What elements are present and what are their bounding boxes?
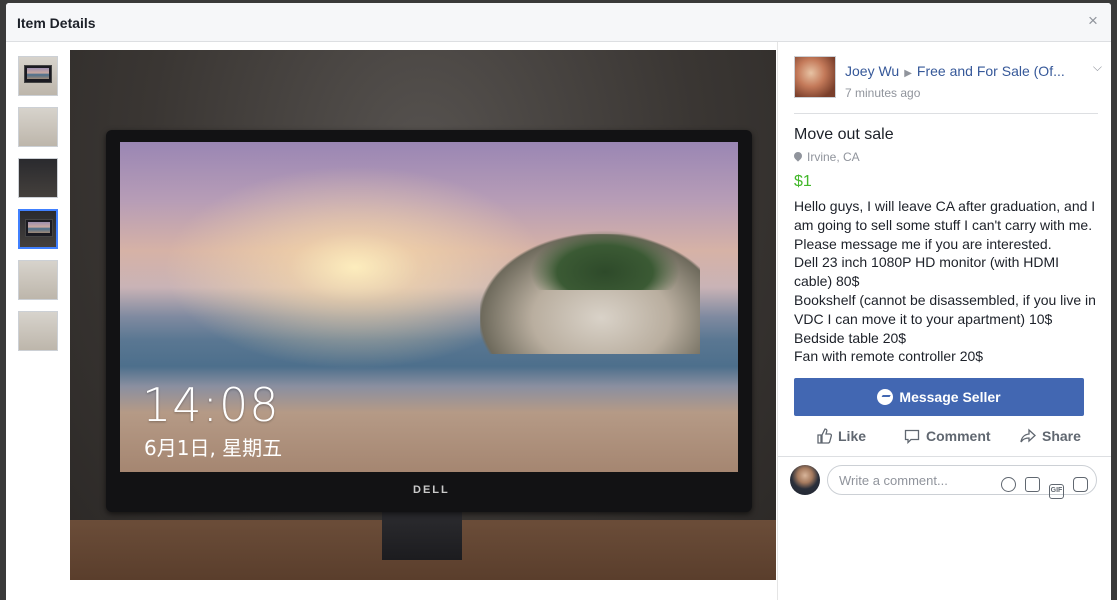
description-line: am going to sell some stuff I can't carr… [794,216,1093,233]
chevron-down-icon[interactable]: ⌵ [1093,60,1102,75]
arrow-right-icon: ▶ [904,68,912,79]
share-label: Share [1042,428,1081,444]
item-location: Irvine, CA [792,150,860,164]
share-button[interactable]: Share [1020,428,1081,444]
poster-line: Joey Wu ▶ Free and For Sale (Of... [845,63,1065,79]
thumbnail-3[interactable] [18,158,58,198]
location-pin-icon [792,150,804,162]
dialog-header: Item Details × [6,3,1111,42]
thumbnail-6[interactable] [18,311,58,351]
comment-tools: GIF [992,473,1088,499]
thumbnail-monitor-image [25,219,53,237]
messenger-icon [877,389,894,405]
lock-screen-date: 6月1日, 星期五 [144,436,283,460]
description-line: cable) 80$ [794,273,860,290]
camera-icon[interactable] [1025,477,1040,492]
thumbnail-strip [18,56,60,362]
item-price: $1 [794,173,812,190]
like-button[interactable]: Like [816,428,866,444]
author-link[interactable]: Joey Wu [845,63,899,79]
emoji-icon[interactable] [1001,477,1016,492]
thumbnail-monitor-image [24,65,52,83]
monitor-image: 14:08 6月1日, 星期五 DELL [106,130,752,512]
description-line: Please message me if you are interested. [794,235,1052,252]
main-photo[interactable]: 14:08 6月1日, 星期五 DELL [70,50,776,580]
item-title: Move out sale [794,126,894,143]
comment-label: Comment [926,428,991,444]
comment-input[interactable]: Write a comment... GIF [827,465,1097,499]
current-user-avatar [790,465,820,495]
sticker-icon[interactable] [1073,477,1088,492]
thumbnail-2[interactable] [18,107,58,147]
comment-button[interactable]: Comment [904,428,991,444]
post-actions: Like Comment Share [794,422,1104,454]
item-description: Hello guys, I will leave CA after gradua… [794,197,1108,366]
dialog-title: Item Details [17,15,96,31]
description-line: Bookshelf (cannot be disassembled, if yo… [794,291,1096,308]
location-text: Irvine, CA [807,150,860,164]
description-line: Fan with remote controller 20$ [794,348,984,365]
description-line: Hello guys, I will leave CA after gradua… [794,198,1096,214]
description-line: Bedside table 20$ [794,329,907,346]
thumbnail-4[interactable] [18,209,58,249]
author-avatar[interactable] [794,56,836,98]
post-panel: Joey Wu ▶ Free and For Sale (Of... 7 minut… [777,42,1111,600]
description-line: Dell 23 inch 1080P HD monitor (with HDMI [794,254,1060,271]
comment-icon [904,429,920,444]
close-icon[interactable]: × [1085,12,1101,29]
lock-screen-clock: 14:08 [142,378,280,432]
thumbnail-1[interactable] [18,56,58,96]
gif-icon[interactable]: GIF [1049,484,1064,499]
item-details-dialog: Item Details × 14:08 6月1日, 星期五 DELL Joey… [6,3,1111,600]
lock-screen-image: 14:08 6月1日, 星期五 [120,142,738,472]
like-label: Like [838,428,867,444]
message-seller-button[interactable]: Message Seller [794,378,1084,416]
thumbnail-5[interactable] [18,260,58,300]
message-seller-label: Message Seller [899,389,1001,405]
monitor-logo: DELL [413,484,450,496]
like-icon [817,428,832,444]
comment-placeholder: Write a comment... [839,473,948,488]
share-icon [1020,428,1036,443]
description-line: VDC I can move it to your apartment) 10$ [794,310,1053,327]
group-link[interactable]: Free and For Sale (Of... [917,63,1065,79]
post-timestamp[interactable]: 7 minutes ago [845,86,920,100]
